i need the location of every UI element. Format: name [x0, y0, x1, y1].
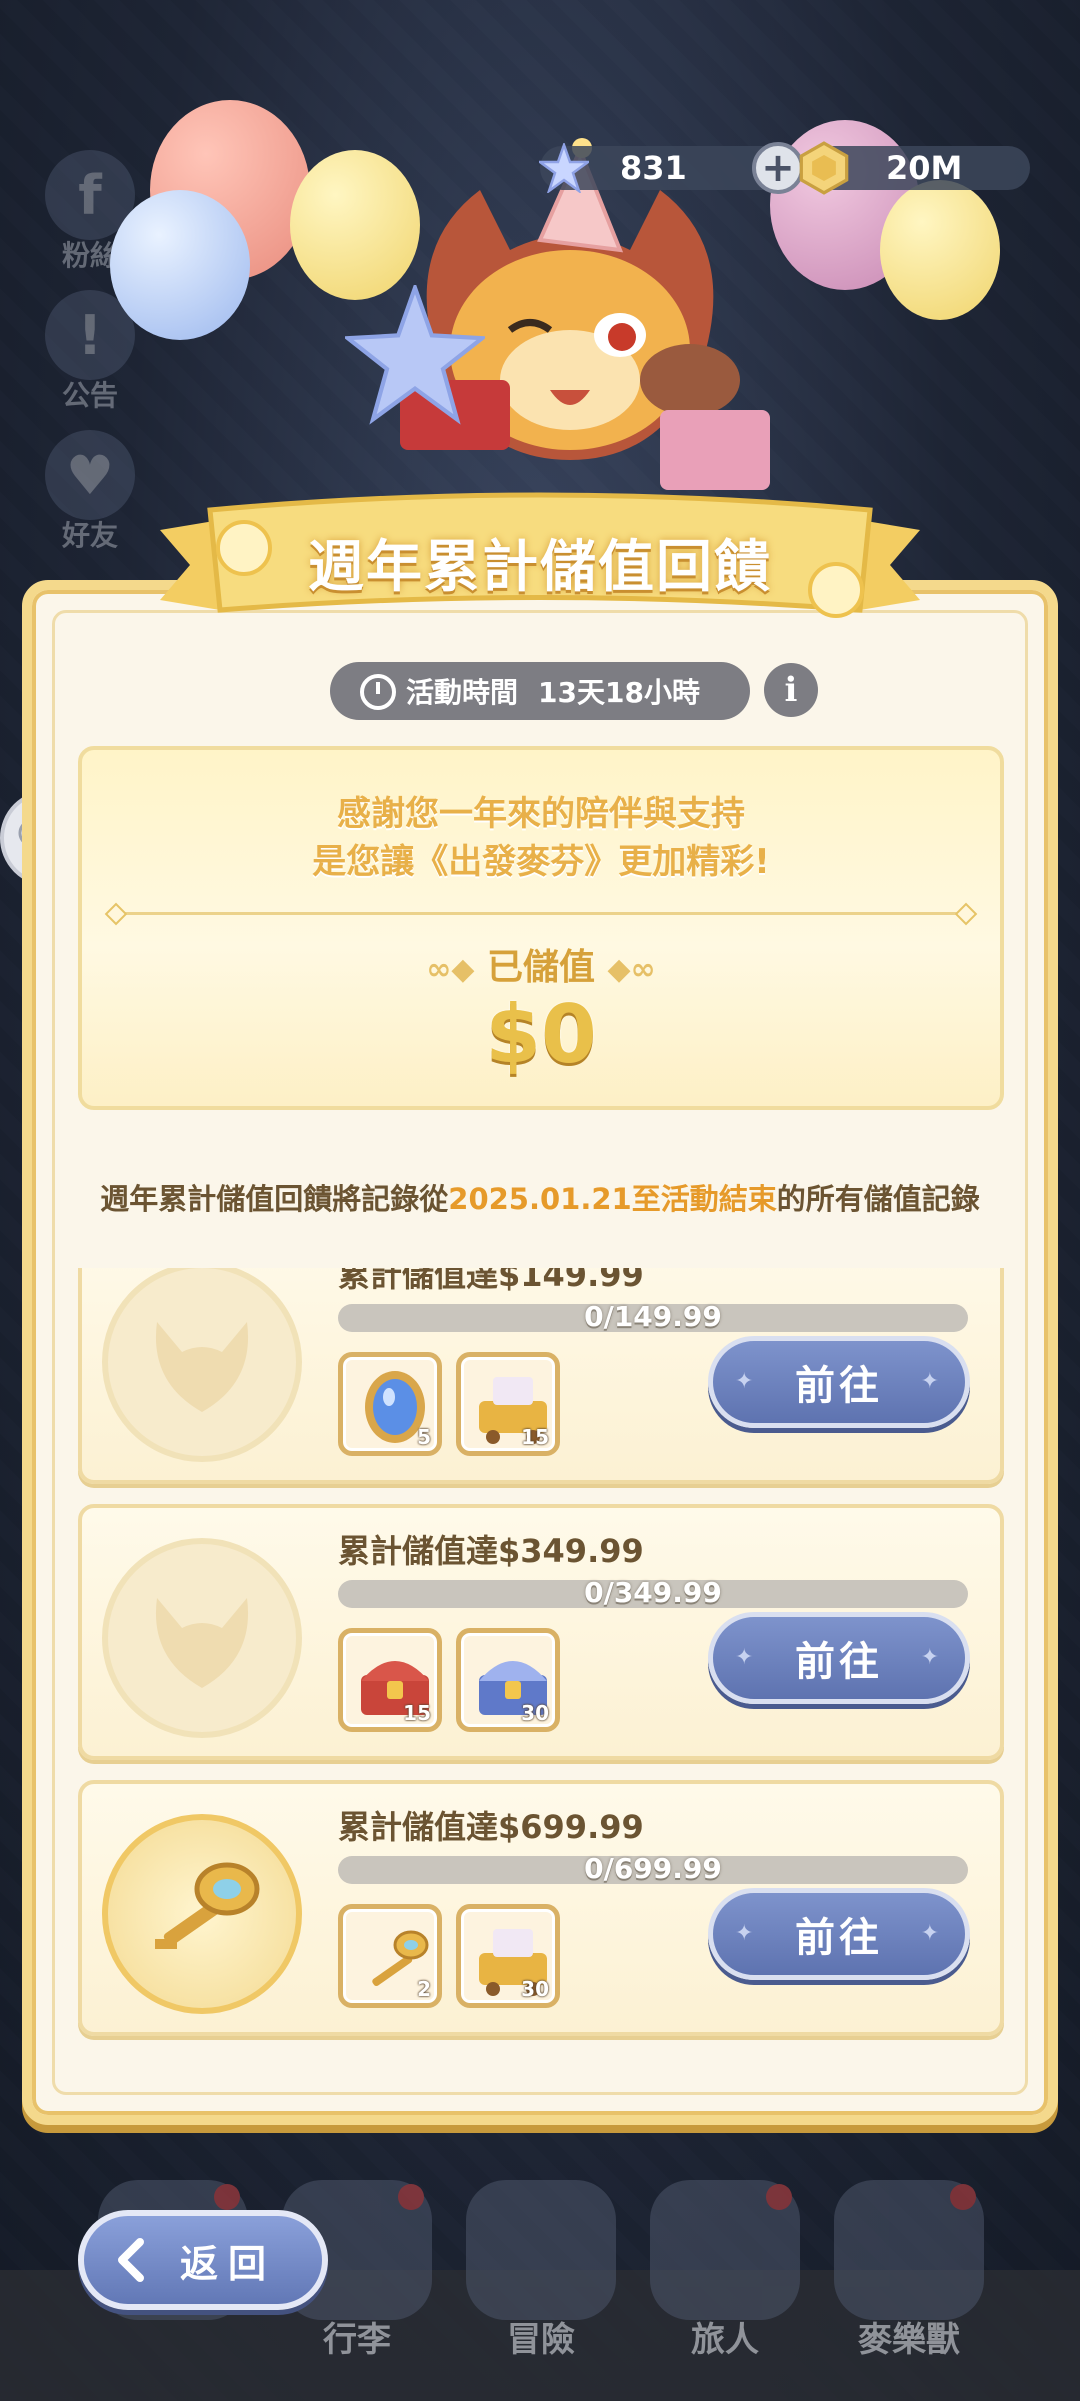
- reward-count: 15: [403, 1701, 431, 1725]
- nav-luggage-label: 行李: [323, 2320, 391, 2360]
- side-button-friends[interactable]: ♥ 好友: [42, 430, 138, 554]
- tier-title: 累計儲值達$699.99: [338, 1808, 644, 1846]
- reward-item[interactable]: 30: [456, 1628, 560, 1732]
- balloon-yellow-decoration-right: [880, 180, 1000, 320]
- heart-icon: ♥: [45, 430, 135, 520]
- info-button[interactable]: i: [764, 663, 818, 717]
- reward-item[interactable]: 2: [338, 1904, 442, 2008]
- reward-count: 5: [417, 1425, 431, 1449]
- golden-key-emblem-icon: [102, 1814, 302, 2014]
- reward-count: 30: [521, 1977, 549, 2001]
- nav-pets-label: 麥樂獸: [858, 2320, 960, 2360]
- thanks-line-1: 感謝您一年來的陪伴與支持: [337, 794, 745, 834]
- tier-progress-bar: 0/349.99: [338, 1576, 968, 1609]
- tier-card: 累計儲值達$149.99 0/149.99 5 15 前往: [78, 1268, 1004, 1484]
- divider: [112, 912, 970, 915]
- coin-currency: 20M: [799, 141, 1030, 195]
- record-note-suffix: 的所有儲值記錄: [776, 1182, 980, 1216]
- back-button-label: 返回: [180, 2241, 277, 2286]
- notification-dot: [398, 2184, 424, 2210]
- crystal-star-icon: [345, 285, 485, 425]
- go-button[interactable]: 前往: [708, 1612, 970, 1704]
- reward-count: 2: [417, 1977, 431, 2001]
- go-button[interactable]: 前往: [708, 1888, 970, 1980]
- stored-label: ∞◆ 已儲值 ◆∞: [82, 938, 1000, 990]
- record-note-highlight: 2025.01.21至活動結束: [448, 1182, 777, 1216]
- notification-dot: [766, 2184, 792, 2210]
- coin-count: 20M: [886, 149, 963, 187]
- tier-progress-bar: 0/699.99: [338, 1852, 968, 1885]
- tier-progress-bar: 0/149.99: [338, 1300, 968, 1333]
- cat-emblem-icon: [102, 1268, 302, 1462]
- reward-item[interactable]: 15: [456, 1352, 560, 1456]
- side-button-friends-label: 好友: [61, 519, 118, 552]
- clock-icon: [360, 674, 396, 710]
- nav-pets[interactable]: 麥樂獸: [834, 2180, 984, 2360]
- nav-travelers-label: 旅人: [691, 2320, 759, 2360]
- star-currency: 831 +: [539, 142, 804, 194]
- event-time: 活動時間 13天18小時: [330, 662, 750, 720]
- ornament-right-icon: ◆∞: [607, 952, 656, 987]
- tier-progress-text: 0/349.99: [584, 1576, 722, 1609]
- nav-travelers[interactable]: 旅人: [650, 2180, 800, 2360]
- balloon-blue-decoration: [110, 190, 250, 340]
- side-button-notice-label: 公告: [61, 379, 118, 412]
- tier-title: 累計儲值達$349.99: [338, 1532, 644, 1570]
- event-title: 週年累計儲值回饋: [308, 535, 772, 600]
- notification-dot: [214, 2184, 240, 2210]
- nav-adventure[interactable]: 冒險: [466, 2180, 616, 2360]
- reward-count: 15: [521, 1425, 549, 1449]
- tier-progress-text: 0/149.99: [584, 1300, 722, 1333]
- back-arrow-icon: [118, 2238, 144, 2282]
- star-icon: [532, 136, 596, 200]
- thanks-line-2: 是您讓《出發麥芬》更加精彩!: [312, 842, 770, 882]
- ornament-left-icon: ∞◆: [426, 952, 475, 987]
- tier-progress-text: 0/699.99: [584, 1852, 722, 1885]
- record-note-prefix: 週年累計儲值回饋將記錄從: [100, 1182, 449, 1216]
- coin-icon: [792, 136, 856, 200]
- thanks-box: 感謝您一年來的陪伴與支持 是您讓《出發麥芬》更加精彩! ∞◆ 已儲值 ◆∞ $0: [78, 746, 1004, 1110]
- go-button[interactable]: 前往: [708, 1336, 970, 1428]
- event-time-label: 活動時間: [406, 676, 519, 709]
- notification-dot: [950, 2184, 976, 2210]
- event-time-remaining: 13天18小時: [538, 676, 700, 709]
- reward-item[interactable]: 5: [338, 1352, 442, 1456]
- stored-label-text: 已儲值: [486, 947, 595, 988]
- reward-count: 30: [521, 1701, 549, 1725]
- tier-card: 累計儲值達$349.99 0/349.99 15 30 前往: [78, 1504, 1004, 1760]
- cat-emblem-icon: [102, 1538, 302, 1738]
- tier-card: 累計儲值達$699.99 0/699.99 2 30 前往: [78, 1780, 1004, 2036]
- reward-item[interactable]: 30: [456, 1904, 560, 2008]
- back-button[interactable]: 返回: [78, 2210, 328, 2310]
- star-count: 831: [620, 149, 687, 187]
- nav-adventure-label: 冒險: [507, 2320, 575, 2360]
- stored-amount: $0: [485, 988, 597, 1081]
- record-note: 週年累計儲值回饋將記錄從2025.01.21至活動結束的所有儲值記錄: [60, 1176, 1020, 1218]
- reward-item[interactable]: 15: [338, 1628, 442, 1732]
- tier-list[interactable]: 累計儲值達$149.99 0/149.99 5 15 前往 累計儲值達$349.…: [78, 1268, 1004, 2048]
- tier-title: 累計儲值達$149.99: [338, 1268, 644, 1294]
- swords-icon: [466, 2180, 616, 2320]
